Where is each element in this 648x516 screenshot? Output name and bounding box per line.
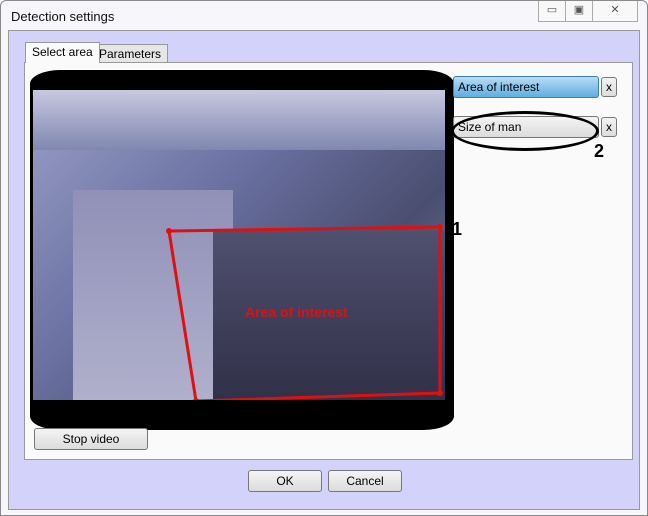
maximize-button[interactable]: ▣ xyxy=(565,1,593,22)
tab-select-area[interactable]: Select area xyxy=(25,42,100,63)
area-polygon[interactable] xyxy=(33,90,445,400)
remove-area-of-interest-button[interactable]: x xyxy=(601,77,617,97)
minimize-button[interactable]: ▭ xyxy=(538,1,566,22)
close-button[interactable]: ✕ xyxy=(592,1,638,22)
callout-1: 1 xyxy=(452,219,463,239)
area-of-interest-button[interactable]: Area of interest xyxy=(453,76,599,98)
tab-parameters[interactable]: Parameters xyxy=(92,44,169,63)
window-title: Detection settings xyxy=(11,9,115,24)
cancel-button[interactable]: Cancel xyxy=(328,470,402,492)
area-overlay-label: Area of interest xyxy=(245,304,348,320)
stop-video-button[interactable]: Stop video xyxy=(34,428,148,450)
callout-ellipse xyxy=(451,111,599,151)
ok-button[interactable]: OK xyxy=(248,470,322,492)
callout-2: 2 xyxy=(594,141,605,161)
remove-size-of-man-button[interactable]: x xyxy=(601,117,617,137)
video-view[interactable]: Area of interest xyxy=(33,90,445,400)
